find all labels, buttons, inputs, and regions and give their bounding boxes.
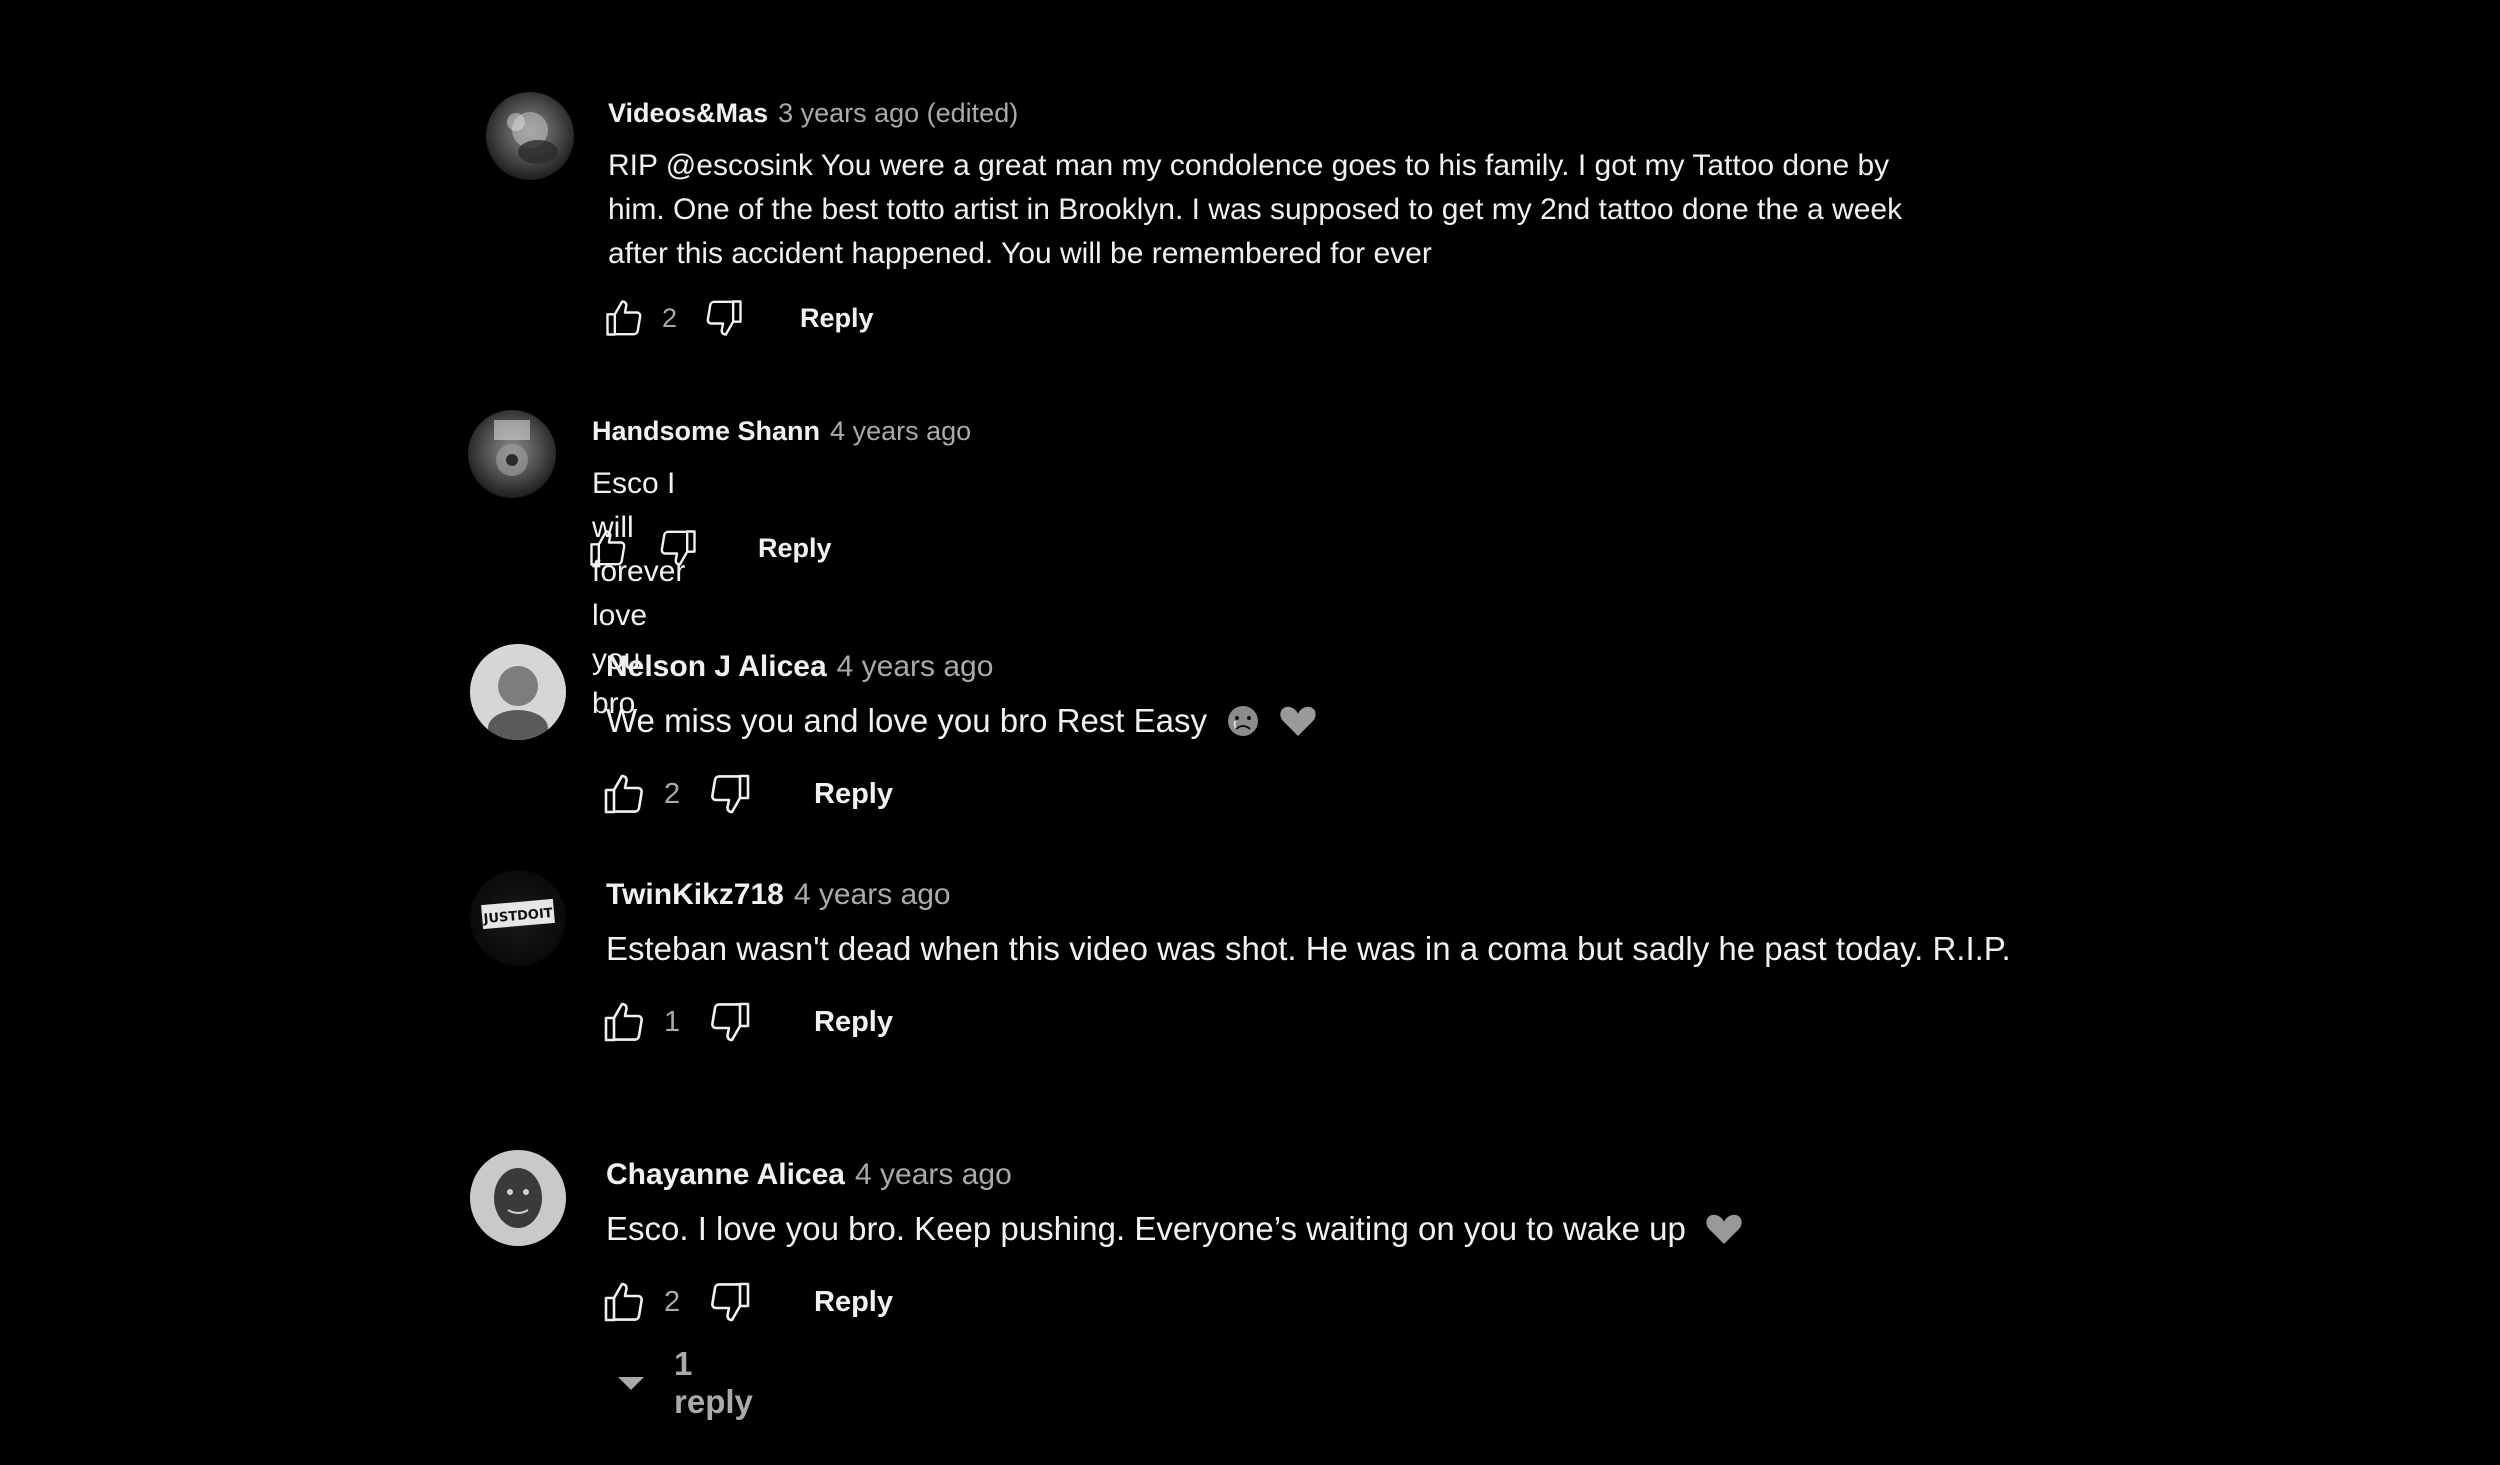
reply-button[interactable]: Reply (758, 533, 832, 564)
comment-timestamp[interactable]: 4 years ago (837, 650, 994, 683)
avatar[interactable] (470, 1150, 566, 1246)
comment-author[interactable]: TwinKikz718 (606, 878, 784, 911)
like-button[interactable] (598, 996, 650, 1048)
comment-text: We miss you and love you bro Rest Easy (606, 698, 1317, 750)
dislike-button[interactable] (704, 996, 756, 1048)
comment-text-line: after this accident happened. You will b… (608, 237, 1432, 270)
comment-timestamp[interactable]: 4 years ago (855, 1158, 1012, 1191)
like-count: 1 (664, 1005, 681, 1038)
comment-timestamp[interactable]: 3 years ago (edited) (778, 98, 1018, 128)
thumbs-down-icon (711, 1282, 750, 1322)
like-button[interactable] (584, 524, 632, 572)
thumbs-up-icon (604, 1002, 643, 1042)
like-count: 2 (664, 1285, 681, 1318)
like-count: 2 (664, 777, 681, 810)
thumbs-up-icon (604, 774, 643, 814)
avatar[interactable] (470, 644, 566, 740)
avatar[interactable]: JUSTDOIT (470, 870, 566, 966)
reply-button[interactable]: Reply (814, 778, 893, 811)
view-replies-button[interactable]: 1 reply (618, 1345, 753, 1420)
comment-text: RIP @escosink You were a great man my co… (608, 144, 2008, 276)
thumbs-down-icon (706, 300, 742, 336)
thumbs-up-icon (606, 300, 642, 336)
comment-text-line: Esco I will forever love you bro (592, 467, 686, 720)
comment-author[interactable]: Videos&Mas (608, 98, 768, 128)
comment-timestamp[interactable]: 4 years ago (794, 878, 951, 911)
caret-down-icon (618, 1376, 644, 1390)
dislike-button[interactable] (704, 768, 756, 820)
comment-author[interactable]: Chayanne Alicea (606, 1158, 845, 1191)
reply-button[interactable]: Reply (800, 303, 874, 334)
comment-text: Esco I will forever love you bro (592, 462, 685, 726)
heart-emoji (1705, 1212, 1743, 1258)
crying-face-emoji (1226, 704, 1260, 750)
thumbs-down-icon (711, 774, 750, 814)
comment-text-line: Esco. I love you bro. Keep pushing. Ever… (606, 1210, 1686, 1247)
dislike-button[interactable] (700, 294, 748, 342)
avatar[interactable] (468, 410, 556, 498)
comment-text: Esco. I love you bro. Keep pushing. Ever… (606, 1206, 1743, 1258)
comment-text-line: him. One of the best totto artist in Bro… (608, 193, 1903, 226)
like-button[interactable] (600, 294, 648, 342)
avatar[interactable] (486, 92, 574, 180)
comment-timestamp[interactable]: 4 years ago (830, 416, 971, 446)
thumbs-up-icon (604, 1282, 643, 1322)
like-button[interactable] (598, 1276, 650, 1328)
thumbs-down-icon (660, 530, 696, 566)
comment-author[interactable]: Nelson J Alicea (606, 650, 827, 683)
comment-text-line: RIP @escosink You were a great man my co… (608, 149, 1890, 182)
thumbs-up-icon (590, 530, 626, 566)
heart-emoji (1279, 704, 1317, 750)
dislike-button[interactable] (654, 524, 702, 572)
replies-count-label: 1 reply (674, 1345, 753, 1420)
reply-button[interactable]: Reply (814, 1006, 893, 1039)
reply-button[interactable]: Reply (814, 1286, 893, 1319)
dislike-button[interactable] (704, 1276, 756, 1328)
thumbs-down-icon (711, 1002, 750, 1042)
like-count: 2 (662, 302, 678, 333)
comment-text-line: We miss you and love you bro Rest Easy (606, 702, 1207, 739)
comment-text-line: Esteban wasn't dead when this video was … (606, 930, 2011, 967)
comment-text: Esteban wasn't dead when this video was … (606, 926, 2011, 972)
comment-author[interactable]: Handsome Shann (592, 416, 820, 446)
like-button[interactable] (598, 768, 650, 820)
